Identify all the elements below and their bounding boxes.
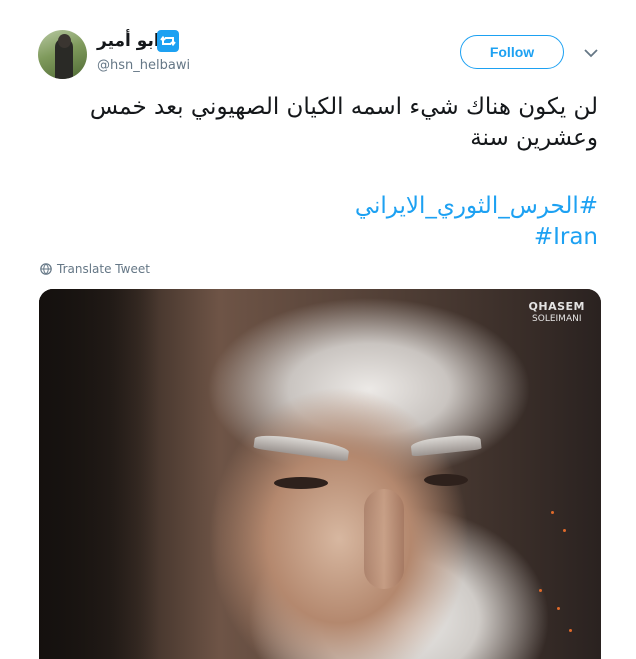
tweet-text: لن يكون هناك شيء اسمه الكيان الصهيوني بع… xyxy=(89,94,598,151)
hashtag-link[interactable]: #Iran xyxy=(60,222,598,253)
hashtag-link[interactable]: #الحرس_الثوري_الايراني xyxy=(60,191,598,222)
spark-particle xyxy=(551,511,554,514)
photo-detail xyxy=(424,474,468,486)
follow-button[interactable]: Follow xyxy=(460,35,564,69)
retweet-icon xyxy=(157,30,179,52)
user-handle[interactable]: @hsn_helbawi xyxy=(97,58,190,73)
photo-detail xyxy=(274,477,328,489)
spark-particle xyxy=(563,529,566,532)
image-watermark: QHASEM SOLEIMANI xyxy=(529,301,585,325)
tweet-header: ابو أمير @hsn_helbawi Follow xyxy=(0,0,636,90)
hashtag-label[interactable]: #Iran xyxy=(534,224,598,250)
display-name[interactable]: ابو أمير xyxy=(97,31,160,51)
chevron-down-icon[interactable] xyxy=(582,44,600,62)
translate-label[interactable]: Translate Tweet xyxy=(57,262,150,276)
spark-particle xyxy=(539,589,542,592)
avatar[interactable] xyxy=(38,30,87,79)
watermark-line2: SOLEIMANI xyxy=(532,314,582,324)
tweet-media-image[interactable]: QHASEM SOLEIMANI xyxy=(39,289,601,659)
globe-icon xyxy=(40,263,52,275)
photo-shadow xyxy=(39,289,159,659)
translate-tweet-link[interactable]: Translate Tweet xyxy=(40,262,150,276)
photo-detail xyxy=(364,489,404,589)
spark-particle xyxy=(569,629,572,632)
spark-particle xyxy=(557,607,560,610)
avatar-head xyxy=(58,34,71,48)
watermark-line1: QHASEM xyxy=(528,300,585,313)
